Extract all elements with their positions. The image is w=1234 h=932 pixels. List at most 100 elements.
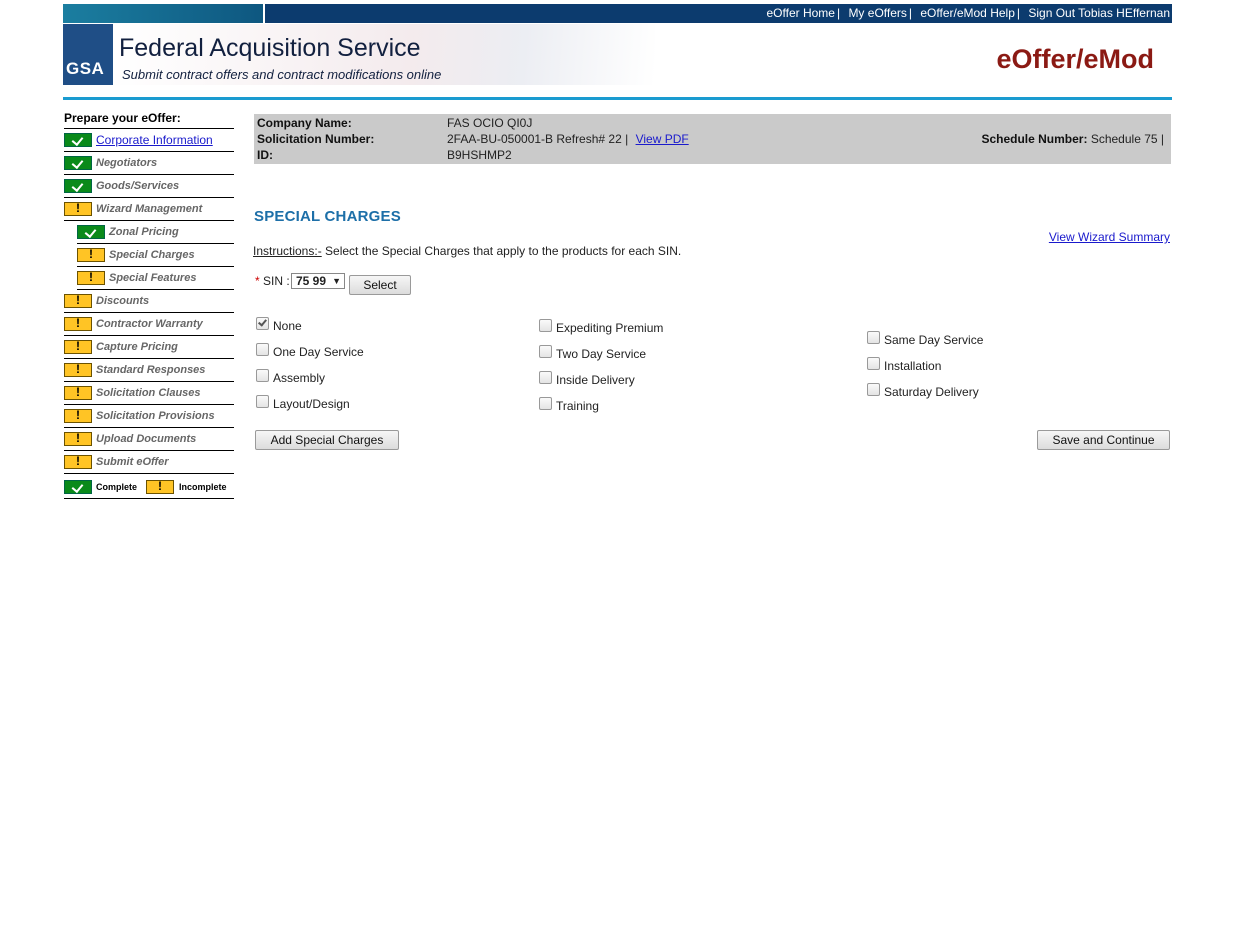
- charge-checkbox-installation[interactable]: Installation: [867, 357, 941, 373]
- id-value: B9HSHMP2: [447, 148, 512, 162]
- select-sin-button[interactable]: Select: [349, 275, 411, 295]
- sidebar-item-label: Discounts: [96, 295, 150, 307]
- sidebar-item-solicitation-provisions[interactable]: Solicitation Provisions: [64, 405, 234, 428]
- checkbox-icon[interactable]: [867, 331, 880, 344]
- charge-label: Saturday Delivery: [884, 385, 979, 399]
- solicitation-number: 2FAA-BU-050001-B Refresh# 22 | View PDF: [447, 132, 689, 146]
- add-special-charges-button[interactable]: Add Special Charges: [255, 430, 399, 450]
- company-name-value: FAS OCIO QI0J: [447, 116, 533, 130]
- solicitation-number-value: 2FAA-BU-050001-B Refresh# 22 |: [447, 132, 629, 146]
- nav-sign-out[interactable]: Sign Out Tobias HEffernan: [1028, 6, 1170, 20]
- checkbox-icon[interactable]: [867, 383, 880, 396]
- incomplete-warning-icon: [146, 479, 174, 494]
- sidebar-item-label: Special Features: [109, 272, 197, 284]
- top-nav: eOffer Home | My eOffers | eOffer/eMod Hel…: [766, 6, 1170, 20]
- checkbox-checked-icon[interactable]: [256, 317, 269, 330]
- checkbox-icon[interactable]: [539, 397, 552, 410]
- status-legend: Complete Incomplete: [64, 474, 234, 499]
- sidebar-item-label: Standard Responses: [96, 364, 206, 376]
- checkbox-icon[interactable]: [539, 319, 552, 332]
- sidebar-item-capture-pricing[interactable]: Capture Pricing: [64, 336, 234, 359]
- view-wizard-summary-link[interactable]: View Wizard Summary: [1049, 230, 1170, 244]
- sidebar-item-label: Submit eOffer: [96, 456, 169, 468]
- sidebar-item-label: Capture Pricing: [96, 341, 178, 353]
- sidebar-item-solicitation-clauses[interactable]: Solicitation Clauses: [64, 382, 234, 405]
- charge-label: Expediting Premium: [556, 321, 664, 335]
- sidebar-item-goods-services[interactable]: Goods/Services: [64, 175, 234, 198]
- sidebar-item-wizard-management[interactable]: Wizard Management: [64, 198, 234, 221]
- complete-check-icon: [64, 480, 92, 494]
- charge-label: Assembly: [273, 371, 326, 385]
- nav-separator: |: [908, 6, 913, 20]
- charge-checkbox-inside-delivery[interactable]: Inside Delivery: [539, 371, 635, 387]
- sidebar-item-upload-documents[interactable]: Upload Documents: [64, 428, 234, 451]
- charge-label: Two Day Service: [556, 347, 647, 361]
- sin-select[interactable]: 75 99 ▼: [291, 273, 345, 289]
- charge-label: Training: [556, 399, 599, 413]
- schedule-number: Schedule Number: Schedule 75 |: [981, 132, 1164, 146]
- charge-label: Same Day Service: [884, 333, 984, 347]
- sidebar-item-standard-responses[interactable]: Standard Responses: [64, 359, 234, 382]
- checkbox-icon[interactable]: [256, 369, 269, 382]
- offer-info-panel: Company Name: FAS OCIO QI0J Solicitation…: [254, 114, 1171, 164]
- charge-label: Layout/Design: [273, 397, 350, 411]
- sidebar-item-label: Special Charges: [109, 249, 195, 261]
- schedule-number-label: Schedule Number:: [981, 132, 1088, 146]
- legend-complete-label: Complete: [96, 482, 138, 492]
- sidebar-item-corporate-information[interactable]: Corporate Information: [64, 129, 234, 152]
- instructions-text: Select the Special Charges that apply to…: [321, 244, 682, 258]
- nav-separator: |: [836, 6, 841, 20]
- charge-checkbox-assembly[interactable]: Assembly: [256, 369, 326, 385]
- sidebar-item-special-charges[interactable]: Special Charges: [77, 244, 234, 267]
- sidebar-item-submit-eoffer[interactable]: Submit eOffer: [64, 451, 234, 474]
- charge-checkbox-one-day-service[interactable]: One Day Service: [256, 343, 364, 359]
- sidebar-item-zonal-pricing[interactable]: Zonal Pricing: [77, 221, 234, 244]
- save-and-continue-button[interactable]: Save and Continue: [1037, 430, 1170, 450]
- sidebar-item-label[interactable]: Corporate Information: [96, 133, 213, 147]
- service-tagline: Submit contract offers and contract modi…: [122, 67, 442, 82]
- required-marker: *: [255, 274, 260, 288]
- checkbox-icon[interactable]: [867, 357, 880, 370]
- sin-row: * SIN : 75 99 ▼: [255, 273, 345, 289]
- id-label: ID:: [257, 148, 273, 162]
- charge-checkbox-expediting-premium[interactable]: Expediting Premium: [539, 319, 664, 335]
- incomplete-warning-icon: [64, 339, 92, 354]
- nav-help[interactable]: eOffer/eMod Help: [920, 6, 1015, 20]
- incomplete-warning-icon: [64, 201, 92, 216]
- checkbox-icon[interactable]: [539, 371, 552, 384]
- instructions: Instructions:- Select the Special Charge…: [253, 244, 681, 258]
- sidebar-item-label: Zonal Pricing: [109, 226, 179, 238]
- top-bar-accent: [63, 4, 265, 23]
- incomplete-warning-icon: [77, 270, 105, 285]
- incomplete-warning-icon: [64, 316, 92, 331]
- header-divider: [63, 97, 1172, 100]
- sidebar-item-special-features[interactable]: Special Features: [77, 267, 234, 290]
- complete-check-icon: [77, 225, 105, 239]
- sidebar-item-negotiators[interactable]: Negotiators: [64, 152, 234, 175]
- charge-checkbox-training[interactable]: Training: [539, 397, 599, 413]
- complete-check-icon: [64, 179, 92, 193]
- nav-eoffer-home[interactable]: eOffer Home: [766, 6, 834, 20]
- view-pdf-link[interactable]: View PDF: [636, 132, 689, 146]
- nav-separator: |: [1016, 6, 1020, 20]
- charge-checkbox-none[interactable]: None: [256, 317, 302, 333]
- sin-selected-value: 75 99: [296, 274, 327, 288]
- sidebar-item-label: Solicitation Clauses: [96, 387, 201, 399]
- incomplete-warning-icon: [64, 454, 92, 469]
- charge-checkbox-saturday-delivery[interactable]: Saturday Delivery: [867, 383, 979, 399]
- sidebar-item-contractor-warranty[interactable]: Contractor Warranty: [64, 313, 234, 336]
- incomplete-warning-icon: [77, 247, 105, 262]
- sidebar-item-discounts[interactable]: Discounts: [64, 290, 234, 313]
- incomplete-warning-icon: [64, 293, 92, 308]
- top-nav-bar: eOffer Home | My eOffers | eOffer/eMod Hel…: [63, 4, 1172, 23]
- dropdown-arrow-icon: ▼: [332, 276, 341, 286]
- sidebar-item-label: Negotiators: [96, 157, 158, 169]
- solicitation-number-label: Solicitation Number:: [257, 132, 375, 146]
- checkbox-icon[interactable]: [539, 345, 552, 358]
- charge-checkbox-layout-design[interactable]: Layout/Design: [256, 395, 350, 411]
- charge-checkbox-two-day-service[interactable]: Two Day Service: [539, 345, 647, 361]
- checkbox-icon[interactable]: [256, 343, 269, 356]
- checkbox-icon[interactable]: [256, 395, 269, 408]
- nav-my-eoffers[interactable]: My eOffers: [848, 6, 906, 20]
- charge-checkbox-same-day-service[interactable]: Same Day Service: [867, 331, 984, 347]
